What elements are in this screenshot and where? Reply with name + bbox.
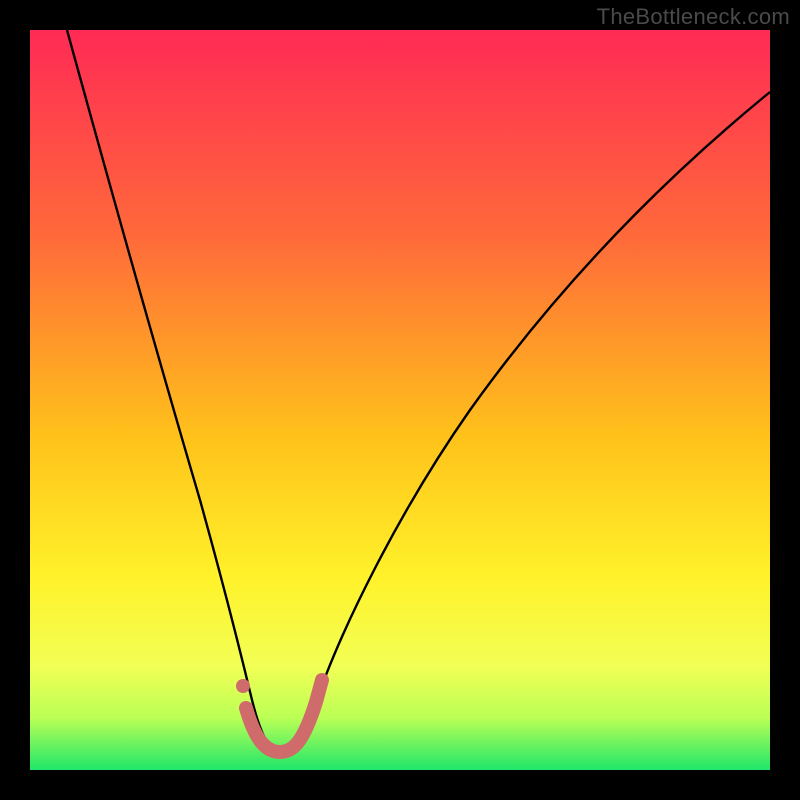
bottleneck-chart xyxy=(30,30,770,770)
highlight-dot xyxy=(236,679,250,693)
plot-frame xyxy=(30,30,770,770)
watermark-text: TheBottleneck.com xyxy=(597,4,790,30)
gradient-background xyxy=(30,30,770,770)
